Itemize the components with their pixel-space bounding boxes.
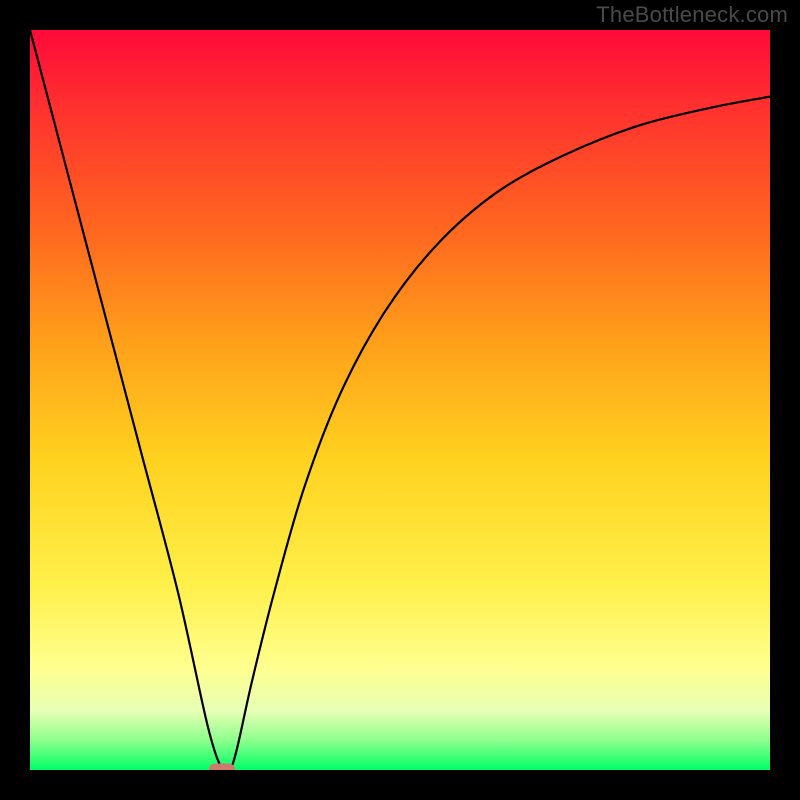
- chart-frame: TheBottleneck.com: [0, 0, 800, 800]
- curve-svg: [30, 30, 770, 770]
- bottleneck-curve: [30, 30, 770, 770]
- watermark-text: TheBottleneck.com: [596, 2, 788, 28]
- plot-area: [30, 30, 770, 770]
- min-marker: [209, 764, 235, 771]
